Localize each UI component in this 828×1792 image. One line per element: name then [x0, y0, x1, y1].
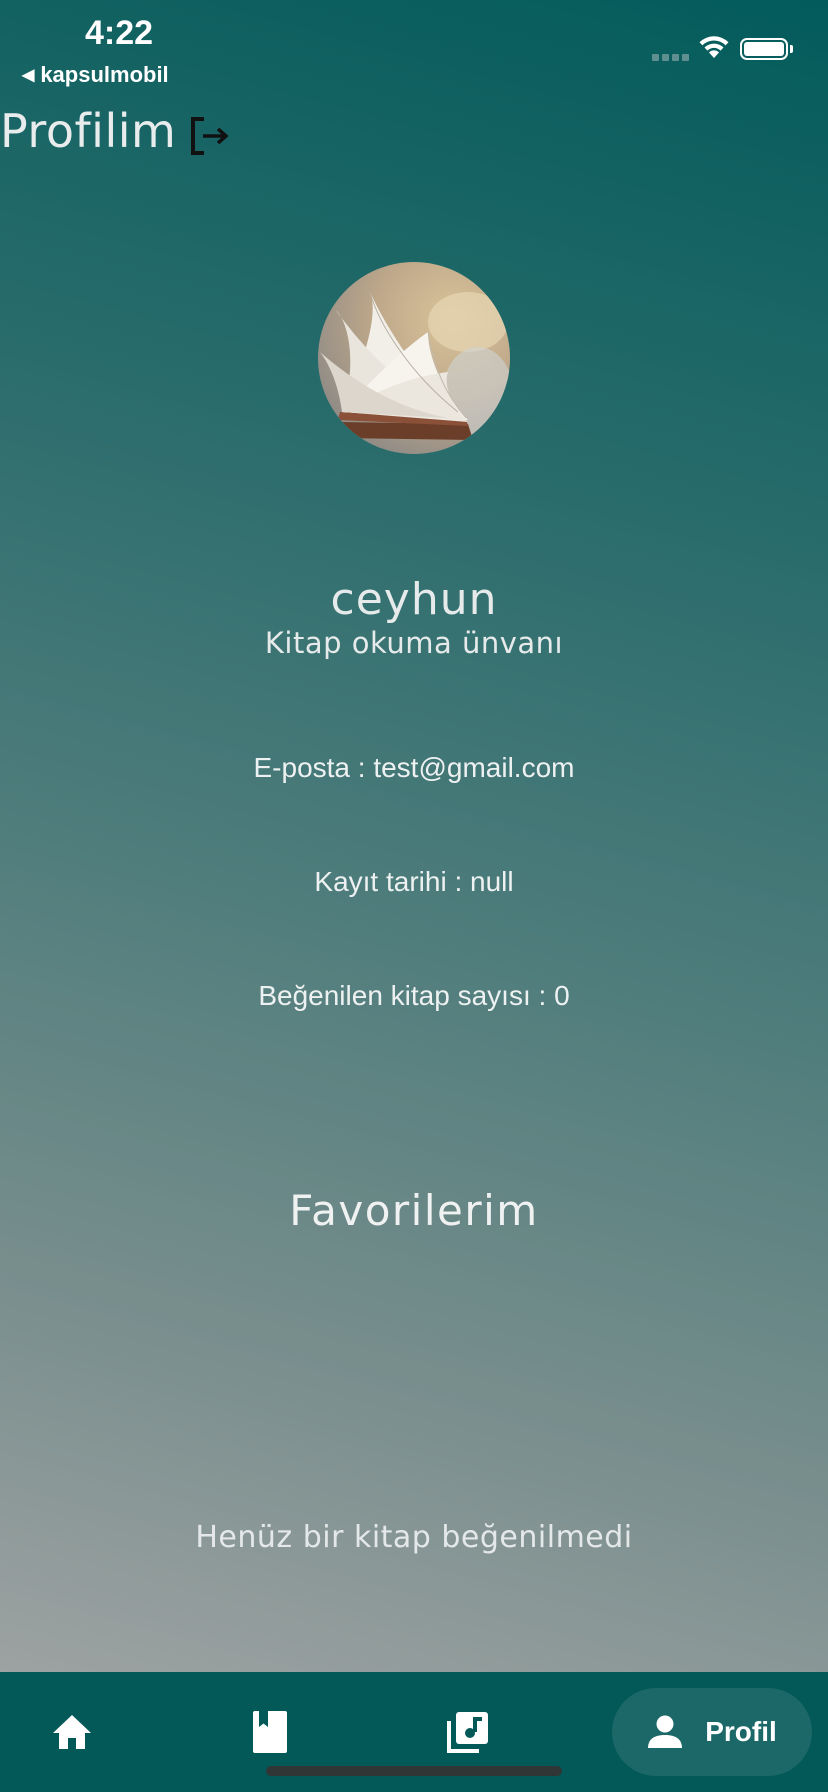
home-icon	[53, 1715, 91, 1749]
audiobook-library-icon	[447, 1712, 488, 1753]
registration-date-info: Kayıt tarihi : null	[314, 866, 514, 897]
battery-icon	[740, 38, 793, 60]
page-title: Profilim	[0, 104, 177, 158]
logout-icon[interactable]	[190, 116, 232, 156]
nav-profile-label: Profil	[705, 1716, 777, 1747]
person-icon	[648, 1715, 683, 1748]
username: ceyhun	[330, 574, 498, 625]
home-indicator[interactable]	[266, 1766, 562, 1776]
cellular-signal-icon	[652, 54, 689, 61]
back-to-app-link[interactable]: ◀ kapsulmobil	[22, 62, 169, 88]
back-triangle-icon: ◀	[22, 67, 35, 84]
reading-title: Kitap okuma ünvanı	[264, 626, 564, 660]
status-time: 4:22	[84, 14, 154, 52]
favorites-heading: Favorilerim	[289, 1186, 539, 1235]
email-info: E-posta : test@gmail.com	[253, 752, 575, 783]
profile-screen: 4:22 ◀ kapsulmobil Profilim ceyhun Kitap…	[0, 0, 828, 1672]
wifi-icon	[698, 34, 730, 64]
book-bookmark-icon	[253, 1711, 287, 1753]
avatar[interactable]	[318, 262, 510, 454]
nav-profile-button[interactable]: Profil	[612, 1688, 812, 1776]
nav-home-button[interactable]	[36, 1672, 108, 1792]
favorites-empty-message: Henüz bir kitap beğenilmedi	[195, 1520, 633, 1555]
back-app-label: kapsulmobil	[40, 62, 169, 87]
liked-books-count-info: Beğenilen kitap sayısı : 0	[258, 980, 570, 1011]
